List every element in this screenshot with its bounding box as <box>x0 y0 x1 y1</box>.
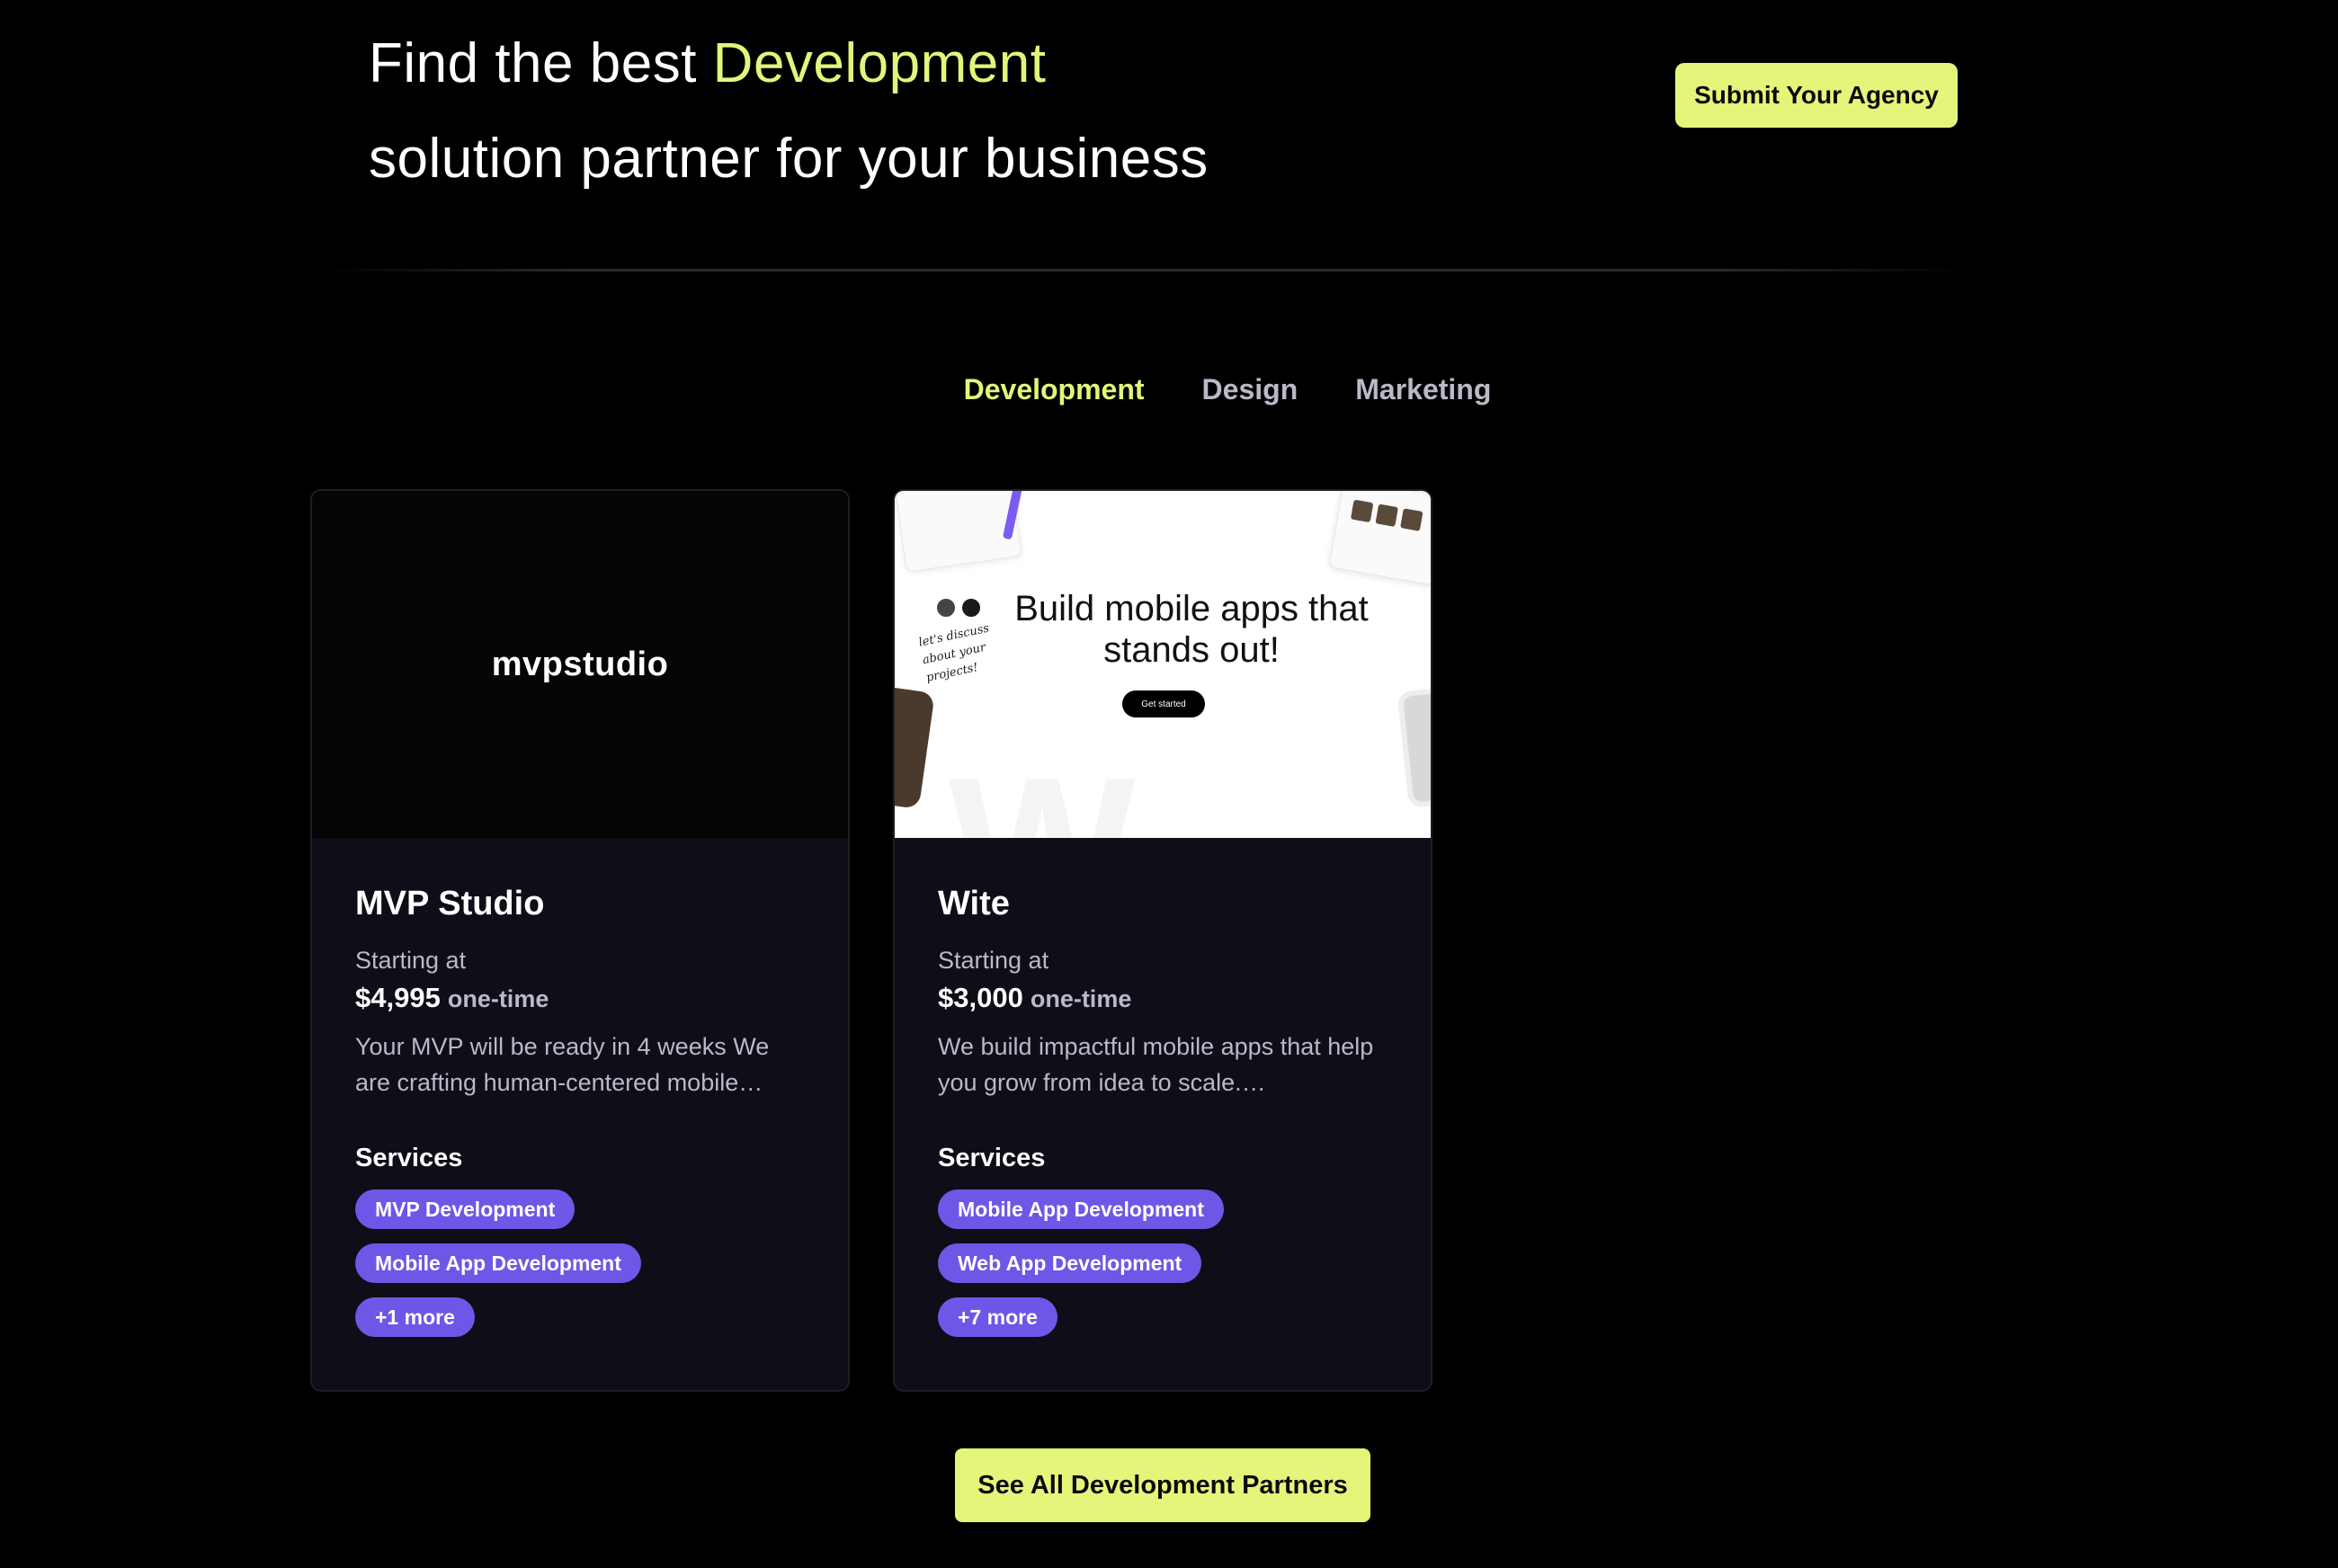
photo-thumbnail <box>1375 503 1398 527</box>
hero-title-accent: Development <box>712 32 1047 94</box>
services-tags: Mobile App Development Web App Developme… <box>938 1189 1388 1337</box>
price-unit: one-time <box>1030 985 1132 1012</box>
price-value: $3,000 <box>938 982 1023 1013</box>
price-row: $4,995 one-time <box>355 982 805 1014</box>
tab-design[interactable]: Design <box>1202 373 1298 406</box>
agency-card-media: mvpstudio <box>312 491 848 838</box>
starting-at-label: Starting at <box>355 947 467 974</box>
watermark-graphic: W <box>949 734 1136 838</box>
service-tag[interactable]: Mobile App Development <box>938 1189 1224 1229</box>
price-unit: one-time <box>447 985 549 1012</box>
hero-title: Find the best Development solution partn… <box>369 16 1209 207</box>
media-get-started: Get started <box>1122 690 1205 717</box>
see-all-partners-button[interactable]: See All Development Partners <box>955 1448 1370 1522</box>
photo-thumbnail <box>1400 508 1423 531</box>
agency-name: MVP Studio <box>355 885 545 922</box>
more-services-tag[interactable]: +1 more <box>355 1297 475 1337</box>
tab-development[interactable]: Development <box>964 373 1145 406</box>
page: Find the best Development solution partn… <box>0 0 2338 1568</box>
handwritten-note: let's discuss about your projects! <box>917 621 991 685</box>
avatar <box>960 597 982 619</box>
services-label: Services <box>355 1144 463 1172</box>
agency-description: We build impactful mobile apps that help… <box>938 1033 1374 1096</box>
submit-agency-button[interactable]: Submit Your Agency <box>1675 63 1958 128</box>
agency-card-body: MVP Studio Starting at $4,995 one-time Y… <box>312 838 848 1337</box>
agency-description: Your MVP will be ready in 4 weeks We are… <box>355 1033 770 1096</box>
service-tag[interactable]: MVP Development <box>355 1189 576 1229</box>
agency-card-body: Wite Starting at $3,000 one-time We buil… <box>895 838 1431 1337</box>
service-tag[interactable]: Web App Development <box>938 1243 1202 1283</box>
price-value: $4,995 <box>355 982 441 1013</box>
more-services-tag[interactable]: +7 more <box>938 1297 1057 1337</box>
category-tabs: Development Design Marketing <box>0 373 2338 406</box>
avatar <box>935 597 957 619</box>
services-label: Services <box>938 1144 1046 1172</box>
divider <box>324 269 1969 272</box>
phone-mockup <box>895 685 935 809</box>
starting-at-label: Starting at <box>938 947 1049 974</box>
agency-card-wite[interactable]: W let's discuss about your projects! Bui… <box>893 489 1432 1392</box>
agency-card-mvp-studio[interactable]: mvpstudio MVP Studio Starting at $4,995 … <box>310 489 850 1392</box>
tab-marketing[interactable]: Marketing <box>1355 373 1491 406</box>
phone-mockup <box>1397 685 1431 809</box>
media-headline: Build mobile apps that stands out! <box>1014 589 1369 670</box>
price-row: $3,000 one-time <box>938 982 1388 1014</box>
photo-thumbnail <box>1350 499 1374 523</box>
service-tag[interactable]: Mobile App Development <box>355 1243 641 1283</box>
hero-title-suffix: solution partner for your business <box>369 128 1209 190</box>
screenshot-thumbnail <box>1328 491 1431 586</box>
agency-card-media: W let's discuss about your projects! Bui… <box>895 491 1431 838</box>
mvpstudio-logo: mvpstudio <box>491 645 669 683</box>
avatar-group <box>935 597 986 619</box>
hero-title-prefix: Find the best <box>369 32 713 94</box>
services-tags: MVP Development Mobile App Development +… <box>355 1189 805 1337</box>
agency-name: Wite <box>938 885 1010 922</box>
